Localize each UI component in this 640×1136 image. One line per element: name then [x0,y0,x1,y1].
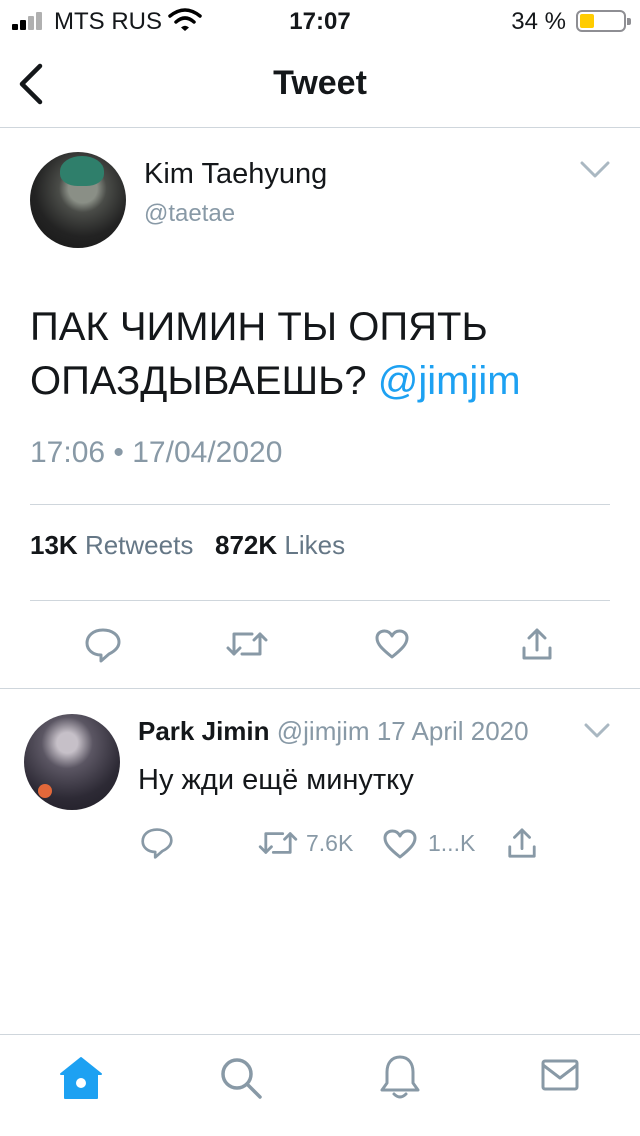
tweet-menu-chevron-down-icon[interactable] [580,160,610,180]
reply-icon[interactable] [84,626,122,664]
battery-fill [580,14,594,28]
tweet-actions [0,620,640,668]
reply-author-name[interactable]: Park Jimin [138,716,270,746]
retweets-count[interactable]: 13K [30,530,78,560]
tweet-stats: 13K Retweets 872K Likes [30,530,345,561]
author-name[interactable]: Kim Taehyung [144,158,327,191]
reply-author-avatar[interactable] [24,714,120,810]
like-icon[interactable] [374,628,410,660]
retweet-icon[interactable] [258,828,298,858]
tweet-timestamp: 17:06 • 17/04/2020 [30,436,283,469]
reply-menu-chevron-down-icon[interactable] [584,722,610,740]
share-icon[interactable] [520,626,554,662]
battery-icon [576,10,631,32]
search-icon[interactable] [218,1055,264,1101]
reply-text: Ну жди ещё минутку [138,764,414,796]
reply-actions: 7.6K 1...K [0,822,640,866]
reply-icon[interactable] [140,826,174,860]
divider [30,504,610,505]
page-title: Tweet [273,64,367,102]
mention-link[interactable]: @jimjim [378,359,521,403]
battery-percent: 34 % [511,8,566,35]
tab-bar [0,1034,640,1136]
reply-like-count: 1...K [428,830,476,856]
author-avatar[interactable] [30,152,126,248]
author-handle[interactable]: @taetae [144,200,235,228]
tweet-text: ПАК ЧИМИН ТЫ ОПЯТЬ ОПАЗДЫВАЕШЬ? @jimjim [30,300,610,408]
home-icon[interactable] [58,1055,104,1101]
messages-icon[interactable] [540,1057,580,1093]
likes-label[interactable]: Likes [284,530,345,560]
notifications-icon[interactable] [378,1053,422,1101]
status-bar: MTS RUS 17:07 34 % [0,0,640,40]
reply-retweet-count: 7.6K [306,830,354,856]
retweets-label[interactable]: Retweets [85,530,193,560]
like-icon[interactable] [382,828,418,860]
section-divider [0,688,640,689]
share-icon[interactable] [506,826,538,860]
reply-date: 17 April 2020 [376,716,529,746]
reply-header: Park Jimin @jimjim 17 April 2020 [138,716,529,747]
reply-author-handle[interactable]: @jimjim [277,716,370,746]
retweet-icon[interactable] [226,628,268,660]
divider [30,600,610,601]
likes-count[interactable]: 872K [215,530,277,560]
navigation-bar: Tweet [0,40,640,128]
